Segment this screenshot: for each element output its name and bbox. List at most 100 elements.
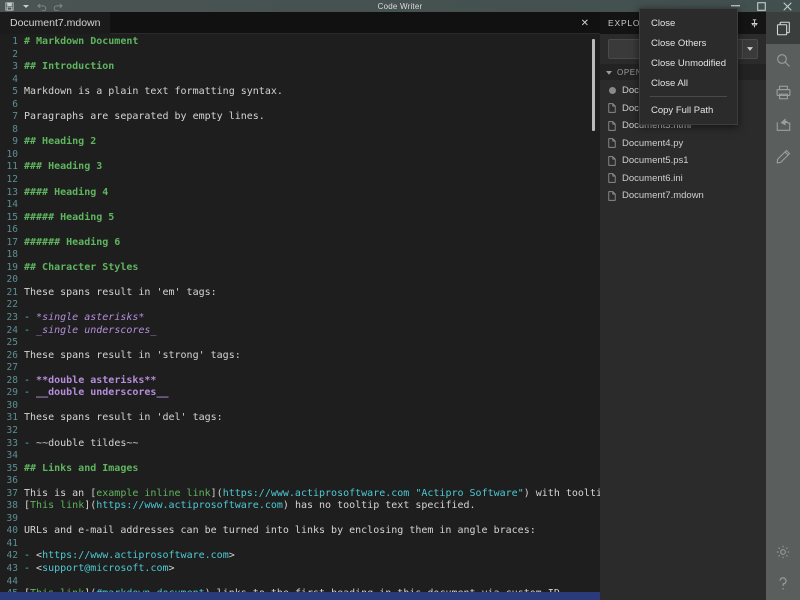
- code-line: 9## Heading 2: [0, 136, 600, 149]
- file-name: Document7.mdown: [622, 190, 704, 201]
- line-number: 32: [0, 425, 24, 438]
- line-number: 6: [0, 99, 24, 112]
- code-line: 34: [0, 450, 600, 463]
- file-icon: [608, 156, 617, 166]
- line-number: 41: [0, 538, 24, 551]
- context-menu-item[interactable]: Close Others: [640, 33, 737, 53]
- code-line: 12: [0, 174, 600, 187]
- undo-icon[interactable]: [35, 1, 48, 12]
- file-list-item[interactable]: Document6.ini: [600, 170, 766, 188]
- close-button[interactable]: [774, 0, 800, 12]
- line-number: 11: [0, 161, 24, 174]
- line-text: These spans result in 'strong' tags:: [24, 350, 241, 363]
- line-number: 16: [0, 224, 24, 237]
- line-number: 4: [0, 74, 24, 87]
- search-icon[interactable]: [766, 44, 800, 76]
- editor-vertical-scrollbar[interactable]: [592, 39, 595, 131]
- help-icon[interactable]: [766, 568, 800, 600]
- line-number: 14: [0, 199, 24, 212]
- code-token: # Markdown Document: [24, 36, 138, 47]
- tab-label: Document7.mdown: [10, 17, 100, 29]
- pin-icon[interactable]: [751, 19, 758, 28]
- maximize-button[interactable]: [748, 0, 774, 12]
- line-number: 25: [0, 337, 24, 350]
- code-line: 30: [0, 400, 600, 413]
- line-text: - **double asterisks**: [24, 375, 156, 388]
- code-line: 32: [0, 425, 600, 438]
- code-text-area[interactable]: 1# Markdown Document23## Introduction45M…: [0, 34, 600, 600]
- context-menu-item[interactable]: Close All: [640, 73, 737, 93]
- code-token: example inline link: [96, 488, 210, 499]
- code-line: 5Markdown is a plain text formatting syn…: [0, 86, 600, 99]
- line-number: 27: [0, 362, 24, 375]
- code-line: 17###### Heading 6: [0, 237, 600, 250]
- documents-icon[interactable]: [766, 12, 800, 44]
- new-file-dropdown-button[interactable]: [742, 39, 758, 59]
- save-icon[interactable]: [3, 1, 16, 12]
- code-token: ### Heading 3: [24, 161, 102, 172]
- context-menu-item[interactable]: Copy Full Path: [640, 100, 737, 120]
- code-token: ) has no tooltip text specified.: [283, 500, 476, 511]
- code-line: 14: [0, 199, 600, 212]
- code-token: __double underscores__: [36, 387, 168, 398]
- file-icon: [608, 173, 617, 183]
- code-line: 38[This link](https://www.actiprosoftwar…: [0, 500, 600, 513]
- code-token: #### Heading 4: [24, 187, 108, 198]
- code-line: 13#### Heading 4: [0, 187, 600, 200]
- code-line: 27: [0, 362, 600, 375]
- code-line: 20: [0, 274, 600, 287]
- code-line: 8: [0, 124, 600, 137]
- right-icon-rail: [766, 12, 800, 600]
- code-token: **double asterisks**: [36, 375, 156, 386]
- editor-tab-bar: Document7.mdown ✕: [0, 12, 600, 34]
- code-token: https://www.actiprosoftware.com "Actipro…: [223, 488, 524, 499]
- code-line: 22: [0, 299, 600, 312]
- file-name: Document5.ps1: [622, 155, 689, 166]
- context-menu-separator: [650, 96, 727, 97]
- code-line: 40URLs and e-mail addresses can be turne…: [0, 525, 600, 538]
- modified-dot-icon: [608, 87, 617, 94]
- line-text: ### Heading 3: [24, 161, 102, 174]
- line-number: 2: [0, 49, 24, 62]
- tab-document7-mdown[interactable]: Document7.mdown: [0, 12, 110, 34]
- print-icon[interactable]: [766, 76, 800, 108]
- line-number: 44: [0, 576, 24, 589]
- line-text: - __double underscores__: [24, 387, 169, 400]
- file-list-item[interactable]: Document4.py: [600, 135, 766, 153]
- quick-access-toolbar: [0, 0, 64, 12]
- file-list-item[interactable]: Document5.ps1: [600, 152, 766, 170]
- line-text: Markdown is a plain text formatting synt…: [24, 86, 283, 99]
- file-icon: [608, 191, 617, 201]
- context-menu-item[interactable]: Close: [640, 13, 737, 33]
- line-number: 12: [0, 174, 24, 187]
- code-token: This link: [30, 500, 84, 511]
- line-text: ## Introduction: [24, 61, 114, 74]
- share-icon[interactable]: [766, 108, 800, 140]
- code-line: 44: [0, 576, 600, 589]
- code-token: ~~double tildes~~: [36, 438, 138, 449]
- line-number: 10: [0, 149, 24, 162]
- code-token: -: [24, 438, 36, 449]
- redo-icon[interactable]: [51, 1, 64, 12]
- code-token: ## Heading 2: [24, 136, 96, 147]
- pencil-icon[interactable]: [766, 140, 800, 172]
- line-text: - _single underscores_: [24, 325, 156, 338]
- line-number: 1: [0, 36, 24, 49]
- code-token: ## Introduction: [24, 61, 114, 72]
- line-number: 26: [0, 350, 24, 363]
- line-number: 24: [0, 325, 24, 338]
- line-number: 8: [0, 124, 24, 137]
- code-token: -: [24, 387, 36, 398]
- line-number: 38: [0, 500, 24, 513]
- line-number: 36: [0, 475, 24, 488]
- save-dropdown-chevron-icon[interactable]: [19, 1, 32, 12]
- gear-icon[interactable]: [766, 536, 800, 568]
- file-list-item[interactable]: Document7.mdown: [600, 187, 766, 205]
- context-menu-item[interactable]: Close Unmodified: [640, 53, 737, 73]
- line-text: These spans result in 'del' tags:: [24, 412, 223, 425]
- code-line: 36: [0, 475, 600, 488]
- line-text: URLs and e-mail addresses can be turned …: [24, 525, 536, 538]
- tab-close-button[interactable]: ✕: [578, 12, 592, 34]
- line-number: 31: [0, 412, 24, 425]
- code-token: >: [169, 563, 175, 574]
